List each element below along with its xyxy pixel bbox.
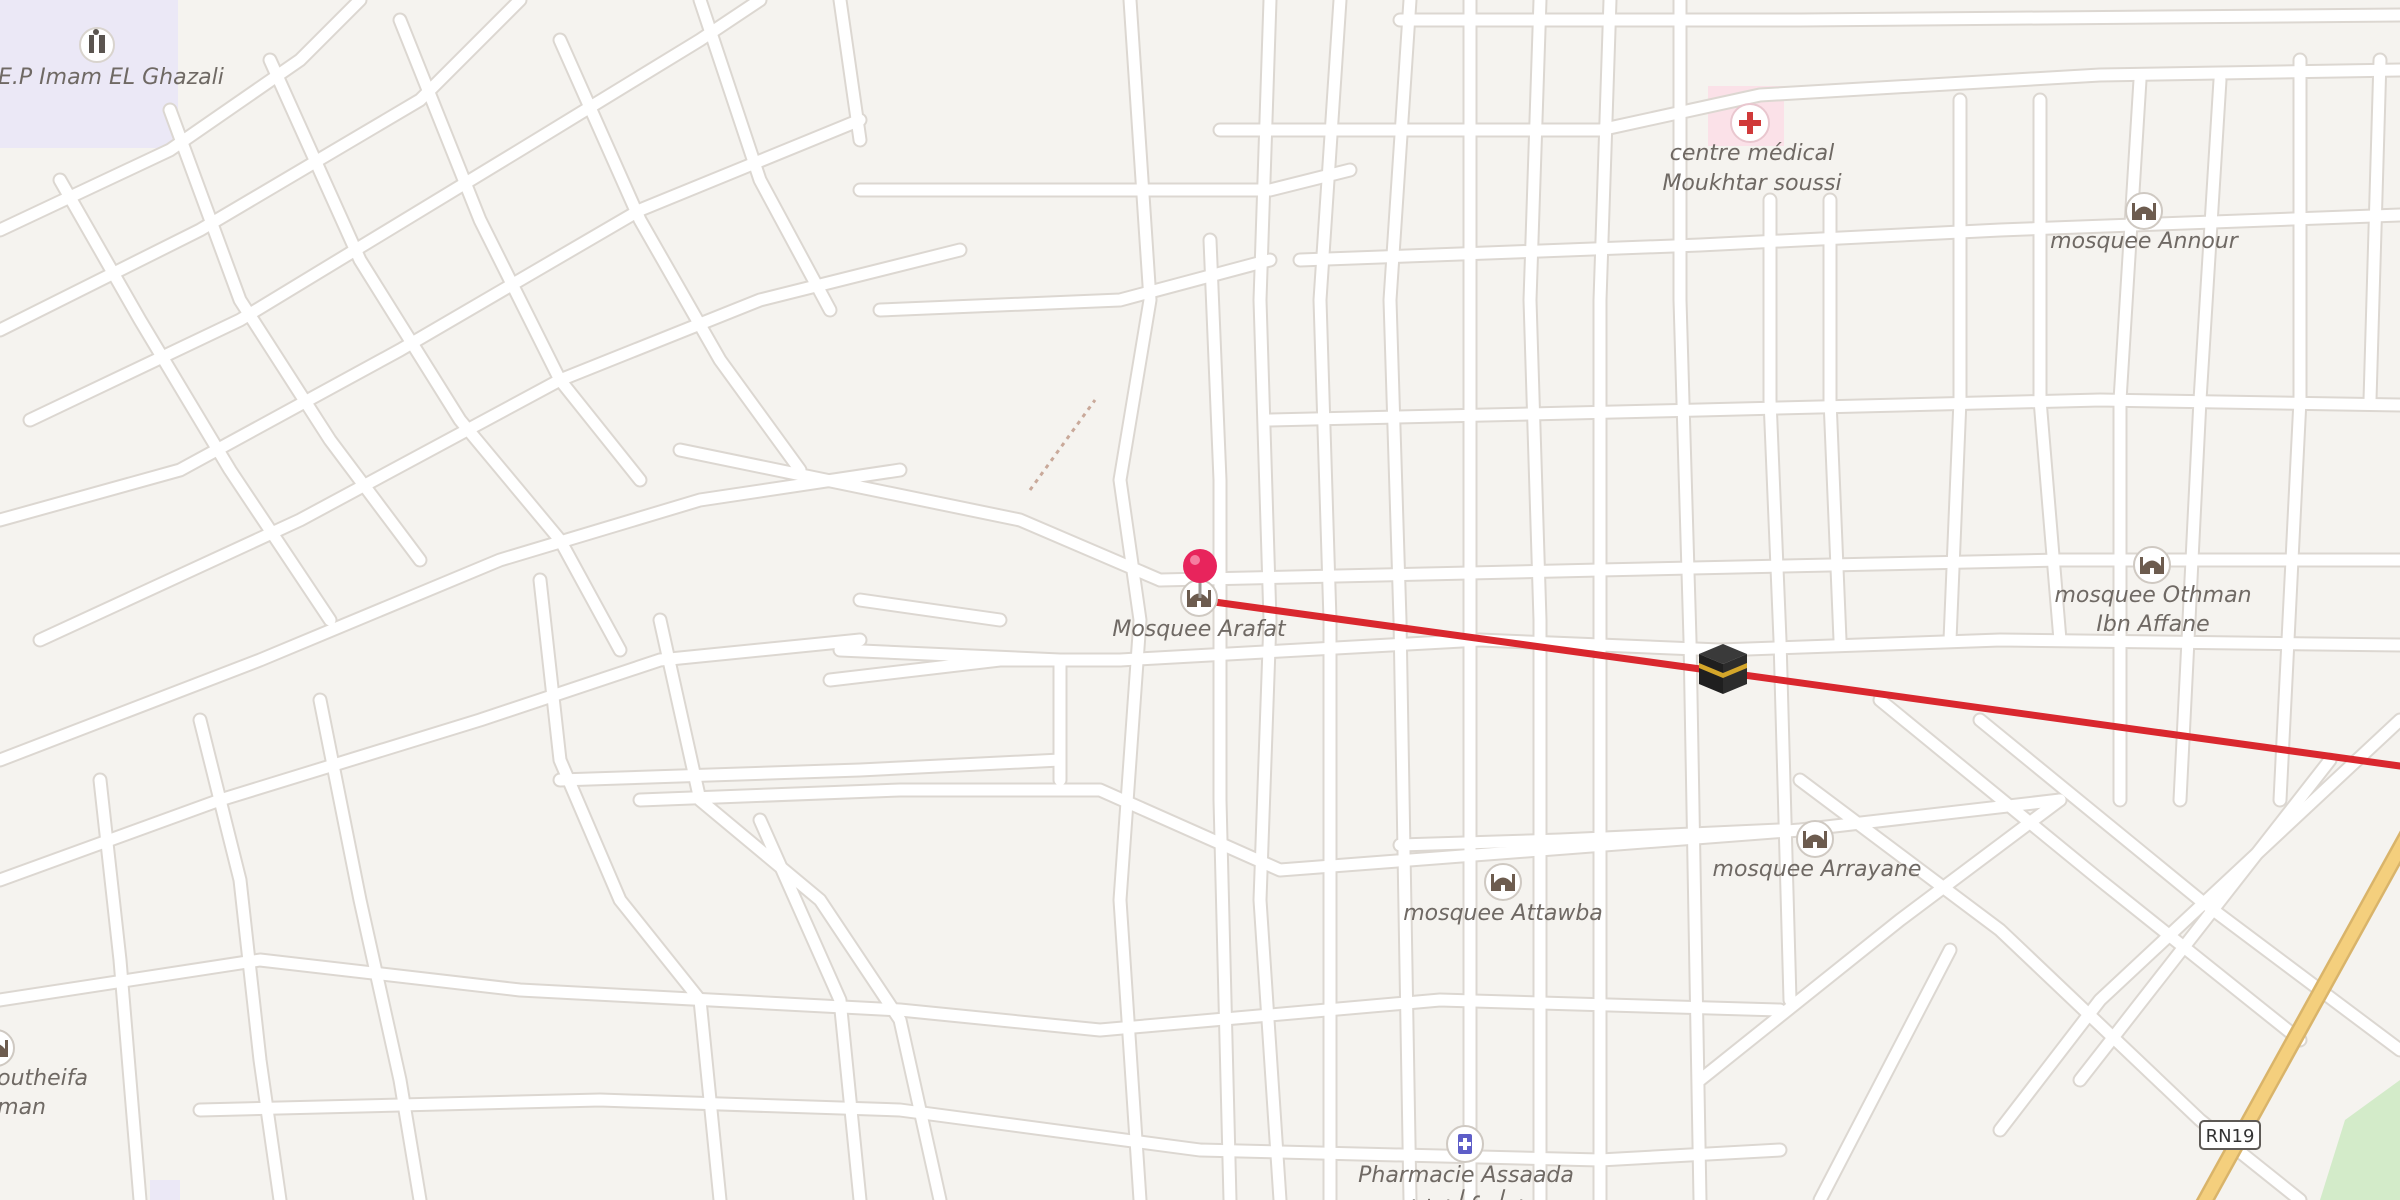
poi-label-mosque-othman-line1: mosquee Othman bbox=[2054, 583, 2251, 608]
poi-label-mosque-arafat: Mosquee Arafat bbox=[1112, 617, 1287, 642]
kaaba-icon[interactable] bbox=[1699, 644, 1747, 694]
pharmacy-icon[interactable] bbox=[1446, 1125, 1484, 1163]
poi-label-pharmacy: Pharmacie Assaada bbox=[1358, 1163, 1574, 1188]
institution-area bbox=[150, 1180, 180, 1200]
svg-text:RN19: RN19 bbox=[2206, 1126, 2255, 1147]
poi-label-hospital-line2: Moukhtar soussi bbox=[1662, 171, 1841, 196]
poi-label-mosque-attawba: mosquee Attawba bbox=[1403, 901, 1603, 926]
mosque-icon[interactable] bbox=[1484, 863, 1522, 901]
poi-label-mosque-annour: mosquee Annour bbox=[2050, 229, 2240, 254]
poi-label-hospital-line1: centre médical bbox=[1670, 141, 1835, 166]
mosque-icon[interactable] bbox=[1796, 820, 1834, 858]
poi-label-pharmacy-arabic: بـ ل ء ا بـ ب bbox=[1409, 1187, 1522, 1200]
mosque-icon[interactable] bbox=[2125, 192, 2163, 230]
school-icon[interactable] bbox=[79, 27, 115, 63]
poi-label-school: E.P Imam EL Ghazali bbox=[0, 65, 224, 90]
hospital-cross-icon[interactable] bbox=[1730, 103, 1770, 143]
map-canvas[interactable]: E.P Imam EL Ghazali centre médical Moukh… bbox=[0, 0, 2400, 1200]
poi-label-houtheifa-line1: Houtheifa bbox=[0, 1066, 88, 1091]
road-shield-rn19: RN19 bbox=[2199, 1120, 2261, 1150]
mosque-icon[interactable] bbox=[2133, 546, 2171, 584]
poi-label-mosque-arrayane: mosquee Arrayane bbox=[1713, 857, 1922, 882]
poi-label-mosque-othman-line2: Ibn Affane bbox=[2096, 612, 2209, 637]
poi-label-houtheifa-line2: man bbox=[0, 1095, 46, 1120]
